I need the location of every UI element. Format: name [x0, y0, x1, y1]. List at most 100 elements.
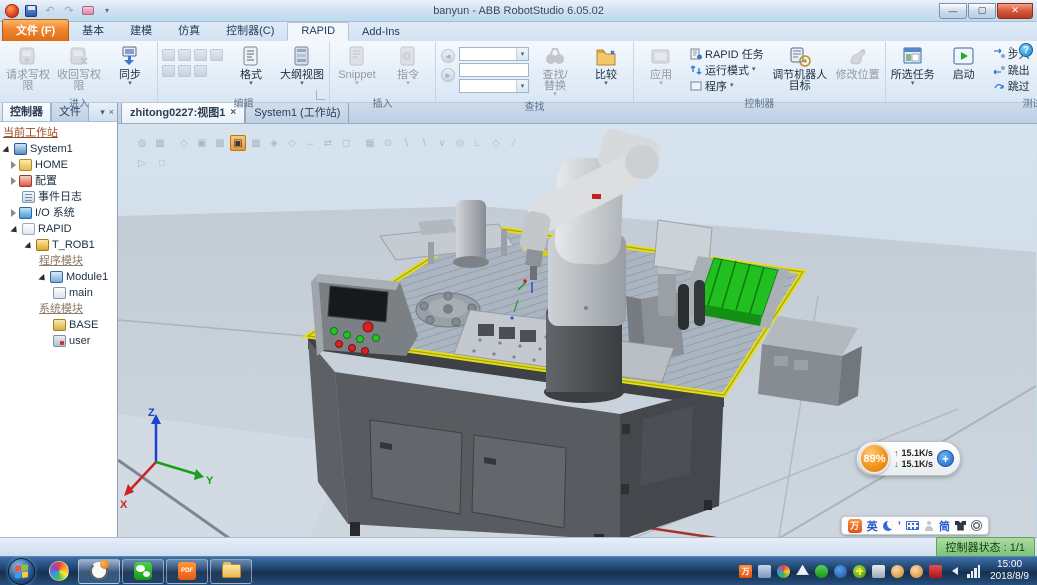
replace-with-combo[interactable]: ▾: [459, 79, 529, 93]
tree-item-configuration[interactable]: 配置: [3, 173, 117, 189]
explorer-taskbar-button[interactable]: [210, 559, 252, 584]
find-previous-button[interactable]: ◄: [441, 49, 455, 63]
select-part-icon[interactable]: ▣: [230, 135, 246, 151]
ime-language-toggle[interactable]: 英: [867, 518, 878, 534]
tray-app-icon[interactable]: [891, 565, 904, 578]
snap-origin-icon[interactable]: ◎: [452, 135, 468, 151]
tab-addins[interactable]: Add-Ins: [349, 24, 413, 41]
select-curve-icon[interactable]: ◇: [176, 135, 192, 151]
tree-item-program-modules[interactable]: 程序模块: [3, 253, 117, 269]
step-over-button[interactable]: 跳过: [990, 78, 1033, 93]
copy-icon[interactable]: [178, 65, 191, 77]
robotstudio-taskbar-button[interactable]: [78, 559, 120, 584]
tray-wechat-icon[interactable]: [815, 565, 828, 578]
select-target-icon[interactable]: ◇: [284, 135, 300, 151]
expander-icon[interactable]: [11, 209, 16, 217]
expander-icon[interactable]: [2, 145, 11, 154]
tab-simulation[interactable]: 仿真: [165, 20, 213, 41]
combo-dropdown-icon[interactable]: ▾: [516, 80, 528, 92]
tray-browser-icon[interactable]: [777, 565, 790, 578]
expander-icon[interactable]: [11, 161, 16, 169]
tray-photo-icon[interactable]: [758, 565, 771, 578]
find-what-combo[interactable]: ▾: [459, 47, 529, 61]
format-marks-icon[interactable]: [194, 49, 207, 61]
tab-file[interactable]: 文件 (F): [2, 19, 69, 41]
expander-icon[interactable]: [38, 273, 47, 282]
program-button[interactable]: 程序 ▾: [687, 78, 767, 93]
expander-icon[interactable]: [24, 241, 33, 250]
minimize-button[interactable]: —: [939, 3, 967, 19]
instruction-button[interactable]: 指令 ▾: [383, 43, 433, 95]
snap-end-icon[interactable]: ∖: [416, 135, 432, 151]
help-button[interactable]: ?: [1019, 43, 1033, 57]
tree-item-eventlog[interactable]: 事件日志: [3, 189, 117, 205]
select-move-icon[interactable]: ↔: [302, 135, 318, 151]
find-replace-button[interactable]: 查找/ 替换 ▾: [530, 43, 580, 98]
snap-grid-icon[interactable]: ▦: [362, 135, 378, 151]
tab-basic[interactable]: 基本: [69, 20, 117, 41]
tray-window-icon[interactable]: [872, 565, 885, 578]
step-out-button[interactable]: 跳出: [990, 62, 1033, 77]
find-next-button[interactable]: ►: [441, 68, 455, 82]
ime-punctuation-icon[interactable]: ’: [898, 521, 901, 531]
3d-viewport[interactable]: Z X Y ◍ ▦ ◇ ▣ ▩ ▣ ▦: [118, 124, 1037, 537]
apply-button[interactable]: 应用 ▾: [636, 43, 686, 95]
tree-item-module1[interactable]: Module1: [3, 269, 117, 285]
tree-item-rapid[interactable]: RAPID: [3, 221, 117, 237]
controller-status-badge[interactable]: 控制器状态 : 1/1: [936, 537, 1035, 557]
rapid-tasks-button[interactable]: RAPID 任务: [687, 46, 767, 61]
taskbar-clock[interactable]: 15:00 2018/8/9: [986, 559, 1029, 583]
edit-dialog-launcher[interactable]: [316, 90, 326, 100]
tray-lock-icon[interactable]: [929, 565, 942, 578]
tree-item-base[interactable]: BASE: [3, 317, 117, 333]
cut-icon[interactable]: [162, 65, 175, 77]
tray-bluetooth-icon[interactable]: [834, 565, 847, 578]
select-body-icon[interactable]: ▩: [212, 135, 228, 151]
snap-mid-icon[interactable]: ∖: [398, 135, 414, 151]
tray-network-signal-icon[interactable]: [967, 565, 980, 578]
tree-item-io-system[interactable]: I/O 系统: [3, 205, 117, 221]
tray-sogou-icon[interactable]: 万: [739, 565, 752, 578]
tree-item-system-modules[interactable]: 系统模块: [3, 301, 117, 317]
indent-right-icon[interactable]: [178, 49, 191, 61]
view-tool-icon[interactable]: ◍: [134, 135, 150, 151]
outline-view-button[interactable]: 大纲视图 ▾: [277, 43, 327, 95]
select-surface-icon[interactable]: ▣: [194, 135, 210, 151]
wechat-taskbar-button[interactable]: [122, 559, 164, 584]
modify-position-button[interactable]: 修改位置: [833, 43, 883, 95]
adjust-robtargets-button[interactable]: 调节机器人目标: [768, 43, 832, 95]
indent-left-icon[interactable]: [162, 49, 175, 61]
expander-icon[interactable]: [10, 225, 19, 234]
collapse-ribbon-chevron[interactable]: ^: [1009, 45, 1013, 55]
snap-ucs-icon[interactable]: ◇: [488, 135, 504, 151]
find-scope-input[interactable]: [459, 63, 529, 77]
expander-icon[interactable]: [11, 177, 16, 185]
ime-account-icon[interactable]: [924, 521, 934, 531]
zoom-fit-icon[interactable]: ▦: [152, 135, 168, 151]
run-mode-button[interactable]: 运行模式 ▾: [687, 62, 767, 77]
ime-softkeyboard-icon[interactable]: [906, 521, 919, 530]
ime-fullhalf-moon-icon[interactable]: [883, 521, 893, 531]
tray-app-icon[interactable]: [910, 565, 923, 578]
start-button[interactable]: [8, 558, 35, 585]
start-button[interactable]: 启动: [939, 43, 989, 95]
select-mechanism-icon[interactable]: ◈: [266, 135, 282, 151]
tray-antivirus-icon[interactable]: [853, 565, 866, 578]
memory-usage-ball[interactable]: 89%: [859, 443, 890, 474]
select-frame-icon[interactable]: ◻: [338, 135, 354, 151]
tree-item-system1[interactable]: System1: [3, 141, 117, 157]
tree-item-home[interactable]: HOME: [3, 157, 117, 173]
select-group-icon[interactable]: ▦: [248, 135, 264, 151]
ime-settings-gear-icon[interactable]: [971, 520, 982, 531]
network-speed-widget[interactable]: 89% ↑15.1K/s ↓15.1K/s +: [856, 441, 961, 476]
tab-controller[interactable]: 控制器(C): [213, 20, 287, 41]
measure-icon[interactable]: ∕: [506, 135, 522, 151]
ime-simplified-toggle[interactable]: 简: [939, 518, 950, 534]
selected-tasks-button[interactable]: 所选任务 ▾: [888, 43, 938, 95]
tray-volume-icon[interactable]: [948, 565, 961, 578]
select-path-icon[interactable]: ⇄: [320, 135, 336, 151]
tree-item-user[interactable]: user: [3, 333, 117, 349]
paste-icon[interactable]: [194, 65, 207, 77]
tree-item-main[interactable]: main: [3, 285, 117, 301]
close-button[interactable]: ✕: [997, 3, 1033, 19]
